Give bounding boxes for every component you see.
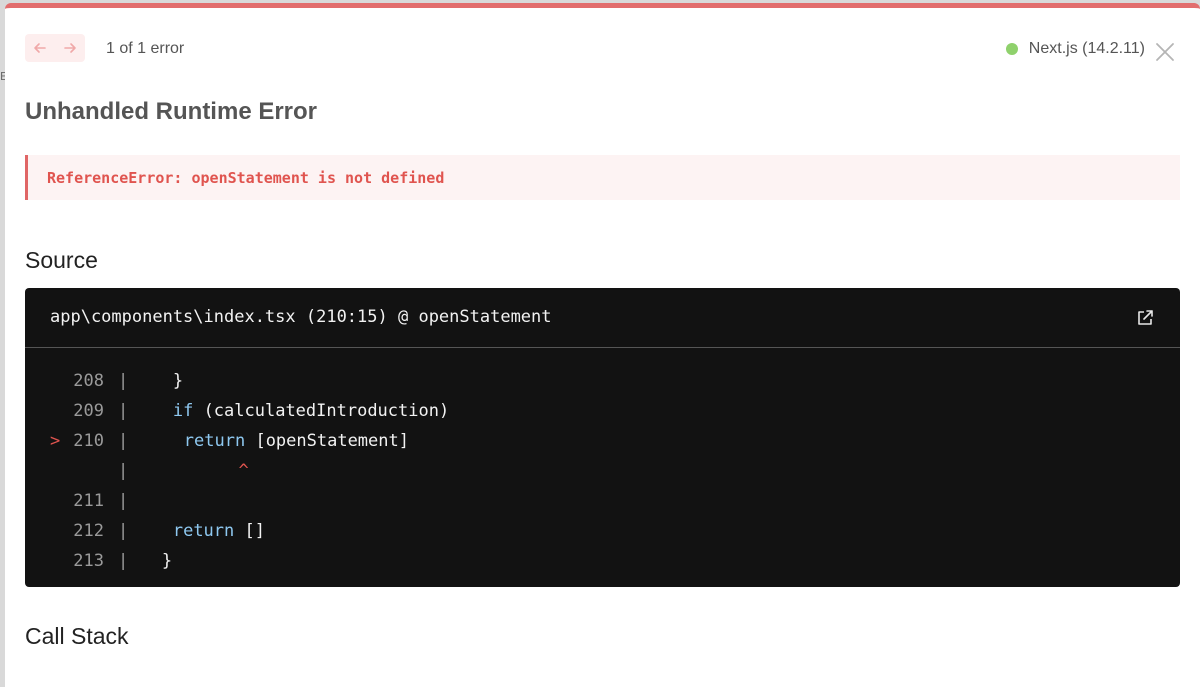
- source-heading: Source: [25, 247, 98, 273]
- code-content: }: [162, 546, 172, 576]
- call-stack-heading: Call Stack: [25, 623, 129, 649]
- code-line: 212 | return []: [25, 516, 1180, 546]
- code-content: return [openStatement]: [184, 426, 409, 456]
- error-count: 1 of 1 error: [106, 40, 185, 57]
- line-gutter: |: [118, 431, 129, 451]
- line-gutter: |: [118, 521, 129, 541]
- code-content: return []: [173, 516, 265, 546]
- error-title: Unhandled Runtime Error: [25, 98, 318, 125]
- code-line: 211 |: [25, 486, 1180, 516]
- status-dot-icon: [1005, 43, 1018, 55]
- code-content: if (calculatedIntroduction): [173, 396, 449, 426]
- line-gutter: |: [118, 401, 129, 421]
- line-number: 208: [73, 371, 104, 391]
- code-content: }: [173, 366, 183, 396]
- file-location-link[interactable]: app\components\index.tsx (210:15) @ open…: [50, 307, 552, 327]
- line-number: 211: [73, 491, 104, 511]
- code-text: [openStatement]: [245, 431, 409, 451]
- close-icon: [1156, 43, 1174, 61]
- code-text: }: [161, 551, 173, 571]
- code-lines: 208 |} 209 | if (calculatedIntroduction) >210…: [25, 366, 1180, 576]
- line-number: 213: [73, 551, 104, 571]
- line-number: 209: [73, 401, 104, 421]
- next-error-button[interactable]: [55, 34, 85, 62]
- error-navigation: [25, 34, 85, 62]
- code-text: []: [234, 521, 265, 541]
- current-line-marker: >: [50, 431, 61, 451]
- open-in-editor-button[interactable]: [1135, 308, 1155, 328]
- error-overlay-dialog: 1 of 1 error Next.js (14.2.11) Unhandled…: [5, 3, 1200, 687]
- code-line: >210 | return [openStatement]: [25, 426, 1180, 456]
- line-gutter: |: [118, 371, 129, 391]
- error-caret: ^: [238, 461, 249, 481]
- line-number: 212: [73, 521, 104, 541]
- code-content: ^: [239, 456, 249, 486]
- error-message-box: ReferenceError: openStatement is not def…: [25, 155, 1180, 200]
- line-number: 210: [73, 431, 104, 451]
- code-text: (calculatedIntroduction): [193, 401, 450, 421]
- code-frame-header: app\components\index.tsx (210:15) @ open…: [25, 288, 1180, 348]
- code-text: }: [172, 371, 184, 391]
- close-button[interactable]: [1154, 41, 1176, 63]
- previous-error-button[interactable]: [25, 34, 55, 62]
- code-line: 209 | if (calculatedIntroduction): [25, 396, 1180, 426]
- arrow-right-icon: [64, 43, 76, 53]
- source-code-frame: app\components\index.tsx (210:15) @ open…: [25, 288, 1180, 587]
- code-line: 213 |}: [25, 546, 1180, 576]
- line-gutter: |: [118, 461, 129, 481]
- code-keyword: if: [172, 401, 194, 421]
- code-line: | ^: [25, 456, 1180, 486]
- code-line: 208 |}: [25, 366, 1180, 396]
- code-keyword: return: [172, 521, 235, 541]
- arrow-left-icon: [34, 43, 46, 53]
- error-message: ReferenceError: openStatement is not def…: [47, 168, 445, 187]
- line-gutter: |: [118, 551, 129, 571]
- code-keyword: return: [183, 431, 246, 451]
- external-link-icon: [1138, 310, 1153, 325]
- line-gutter: |: [118, 491, 129, 511]
- nextjs-version-badge: Next.js (14.2.11): [1005, 40, 1145, 58]
- version-label: Next.js (14.2.11): [1028, 40, 1145, 57]
